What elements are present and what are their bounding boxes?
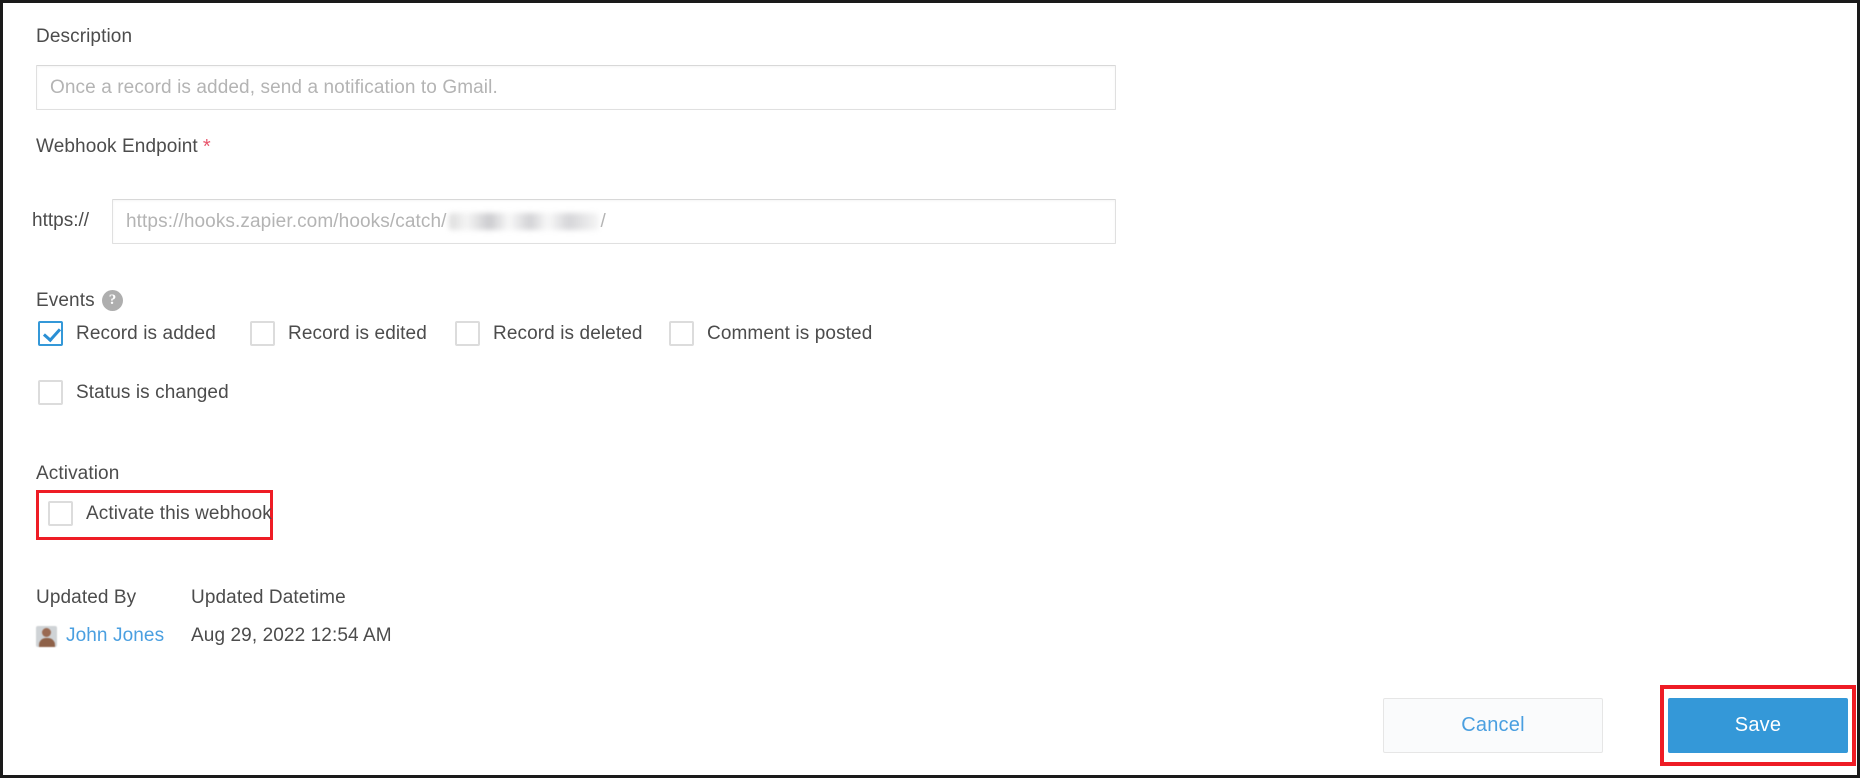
required-asterisk: * (202, 136, 211, 158)
updated-datetime-value: Aug 29, 2022 12:54 AM (191, 625, 392, 646)
events-checkbox-row-2: Status is changed (38, 380, 229, 405)
webhook-url-placeholder-prefix: https://hooks.zapier.com/hooks/catch/ (126, 210, 447, 232)
redacted-url-token (448, 213, 599, 230)
webhook-endpoint-label: Webhook Endpoint * (36, 136, 211, 159)
checkbox-comment-is-posted[interactable]: Comment is posted (669, 321, 872, 346)
webhook-form: Description Once a record is added, send… (3, 3, 1857, 775)
description-input[interactable]: Once a record is added, send a notificat… (36, 65, 1116, 110)
updated-by-user-link[interactable]: John Jones (66, 625, 164, 647)
user-avatar (36, 625, 57, 647)
activation-checkbox-row: Activate this webhook (48, 501, 272, 526)
checkbox-label-status-is-changed: Status is changed (76, 381, 229, 403)
updated-by-header: Updated By (36, 587, 137, 608)
webhook-url-placeholder-suffix: / (600, 210, 606, 232)
checkbox-record-is-deleted[interactable]: Record is deleted (455, 321, 669, 346)
checkbox-box-record-is-edited[interactable] (250, 321, 275, 346)
checkbox-label-record-is-edited: Record is edited (288, 322, 427, 344)
checkbox-label-record-is-deleted: Record is deleted (493, 322, 643, 344)
save-button[interactable]: Save (1668, 698, 1848, 753)
webhook-endpoint-input[interactable]: https://hooks.zapier.com/hooks/catch/ / (112, 199, 1116, 244)
activation-label: Activation (36, 463, 120, 484)
checkbox-label-record-is-added: Record is added (76, 322, 216, 344)
webhook-endpoint-placeholder: https://hooks.zapier.com/hooks/catch/ / (126, 211, 606, 233)
updated-datetime-header: Updated Datetime (191, 587, 346, 608)
description-placeholder: Once a record is added, send a notificat… (50, 76, 498, 98)
checkbox-activate-this-webhook[interactable]: Activate this webhook (48, 501, 272, 526)
question-mark-icon[interactable]: ? (102, 290, 123, 311)
checkbox-box-activate-this-webhook[interactable] (48, 501, 73, 526)
description-label: Description (36, 26, 133, 47)
checkbox-box-status-is-changed[interactable] (38, 380, 63, 405)
checkbox-record-is-added[interactable]: Record is added (38, 321, 250, 346)
cancel-button[interactable]: Cancel (1383, 698, 1603, 753)
checkbox-box-comment-is-posted[interactable] (669, 321, 694, 346)
checkbox-label-comment-is-posted: Comment is posted (707, 322, 873, 344)
checkbox-box-record-is-deleted[interactable] (455, 321, 480, 346)
events-label: Events (36, 290, 95, 311)
webhook-settings-screen: Description Once a record is added, send… (0, 0, 1860, 778)
events-checkbox-row-1: Record is added Record is edited Record … (38, 321, 872, 346)
checkbox-label-activate-this-webhook: Activate this webhook (86, 502, 272, 524)
webhook-endpoint-label-text: Webhook Endpoint (36, 136, 198, 157)
checkbox-box-record-is-added[interactable] (38, 321, 63, 346)
webhook-url-scheme-prefix: https:// (32, 210, 90, 231)
checkbox-record-is-edited[interactable]: Record is edited (250, 321, 455, 346)
updated-by-cell: John Jones (36, 625, 164, 647)
checkbox-status-is-changed[interactable]: Status is changed (38, 380, 229, 405)
